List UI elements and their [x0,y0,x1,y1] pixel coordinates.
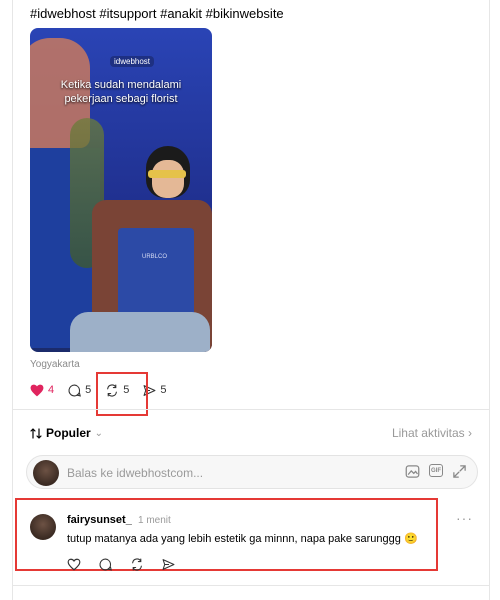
post-hashtags[interactable]: #idwebhost #itsupport #anakit #bikinwebs… [30,6,284,21]
reply-input[interactable]: Balas ke idwebhostcom... GIF [26,455,478,489]
comment-bubble-icon [99,558,112,571]
like-count: 4 [48,384,55,396]
video-person-face [152,160,184,198]
expand-icon[interactable] [452,464,467,484]
video-blindfold [148,170,186,178]
comment-repost-button[interactable] [130,558,144,576]
image-icon[interactable] [405,464,420,484]
video-brand-watermark: idwebhost [110,56,155,67]
reply-placeholder: Balas ke idwebhostcom... [67,466,204,480]
comment-button[interactable]: 5 [68,384,91,397]
comment-username[interactable]: fairysunset_ [67,514,132,526]
reply-tools: GIF [396,464,467,484]
like-button[interactable]: 4 [30,384,54,397]
share-count: 5 [160,384,167,396]
view-activity-link[interactable]: Lihat aktivitas › [392,426,472,440]
video-jeans [70,312,210,352]
comment-like-button[interactable] [67,558,81,576]
repost-icon [132,558,142,571]
video-apron-label: URBLCO [142,254,168,260]
comment-reply-button[interactable] [99,558,112,576]
gif-icon[interactable]: GIF [429,464,443,477]
avatar [33,460,59,486]
video-caption: Ketika sudah mendalami pekerjaan sebagi … [60,79,182,105]
sort-icon [30,427,42,439]
divider [13,409,489,410]
sort-label: Populer [46,426,91,440]
post-location[interactable]: Yogyakarta [30,359,80,370]
chevron-down-icon: ⌄ [94,427,104,439]
comment-timestamp: 1 menit [138,515,171,526]
comment-avatar[interactable] [30,514,56,540]
send-icon [162,559,175,570]
divider [13,585,489,586]
heart-outline-icon [67,558,81,571]
comment-text: tutup matanya ada yang lebih estetik ga … [67,533,418,545]
comment-bubble-icon [68,384,82,397]
more-options-icon[interactable]: ··· [456,510,473,526]
post-video[interactable]: URBLCO idwebhost Ketika sudah mendalami … [30,28,212,352]
comment-count: 5 [85,384,92,396]
heart-icon [30,384,44,396]
sort-dropdown[interactable]: Populer ⌄ [30,426,103,440]
comment-share-button[interactable] [162,558,175,576]
comment-actions [67,558,193,576]
